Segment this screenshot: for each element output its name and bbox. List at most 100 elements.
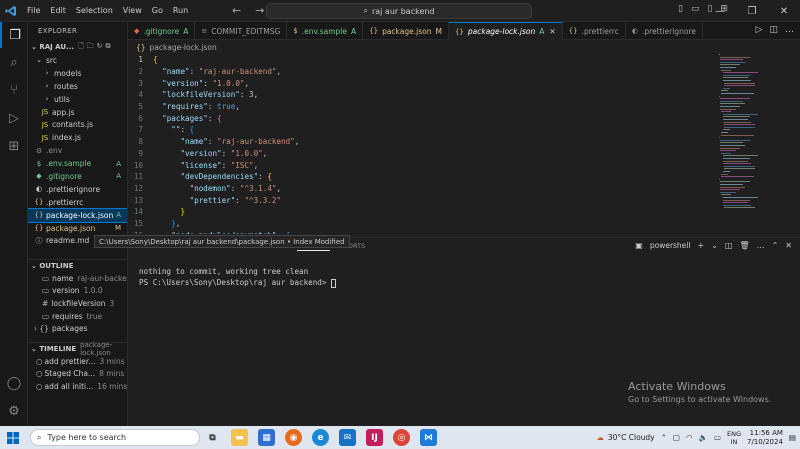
- run-debug-icon[interactable]: ▷: [0, 105, 28, 131]
- more-actions-icon[interactable]: …: [785, 25, 794, 35]
- timeline-item[interactable]: ○ add all initi... 16 mins: [28, 380, 127, 393]
- outline-header[interactable]: ⌄ OUTLINE: [28, 259, 127, 272]
- editor-tab[interactable]: ≡ COMMIT_EDITMSG: [195, 22, 288, 40]
- split-terminal-icon[interactable]: ◫: [725, 241, 733, 250]
- menu-view[interactable]: View: [118, 6, 147, 15]
- taskbar-search[interactable]: ⌕ Type here to search: [30, 429, 200, 446]
- editor-tab[interactable]: ◐ .prettierignore: [626, 22, 704, 40]
- file-tree-item[interactable]: {} package.json M: [28, 222, 127, 235]
- chevron-up-icon[interactable]: ⌃: [661, 433, 667, 442]
- file-tree-item[interactable]: $ .env.sample A: [28, 157, 127, 170]
- editor-tab[interactable]: {} package.json M: [363, 22, 449, 40]
- split-editor-icon[interactable]: ◫: [769, 25, 778, 35]
- close-icon[interactable]: ✕: [549, 27, 555, 36]
- edge-icon[interactable]: e: [312, 429, 329, 446]
- toggle-sidebar-icon[interactable]: ▯: [678, 4, 683, 14]
- shell-name[interactable]: powershell: [650, 241, 691, 250]
- terminal-output[interactable]: nothing to commit, working tree clean PS…: [139, 266, 337, 288]
- menu-go[interactable]: Go: [147, 6, 168, 15]
- network-icon[interactable]: ▢: [673, 433, 680, 442]
- file-tree-item[interactable]: JS app.js: [28, 106, 127, 119]
- file-tree-item[interactable]: JS index.js: [28, 131, 127, 144]
- editor-tab[interactable]: {} package-lock.json A ✕: [448, 22, 563, 40]
- file-tree-item[interactable]: ⚙ .env: [28, 144, 127, 157]
- menu-selection[interactable]: Selection: [71, 6, 118, 15]
- outline-item[interactable]: ▭ version 1.0.0: [28, 285, 127, 298]
- code-line: 15 },: [128, 218, 718, 230]
- close-panel-icon[interactable]: ✕: [785, 241, 792, 250]
- forward-arrow-icon[interactable]: →: [255, 4, 264, 17]
- file-tree-item[interactable]: ⌄ src: [28, 54, 127, 67]
- maximize-panel-icon[interactable]: ⌃: [772, 241, 779, 250]
- editor-tab[interactable]: {} .prettierrc: [563, 22, 626, 40]
- toggle-panel-icon[interactable]: ▭: [691, 4, 700, 14]
- firefox-icon[interactable]: ◉: [285, 429, 302, 446]
- settings-gear-icon[interactable]: ⚙: [0, 398, 28, 424]
- command-center-search[interactable]: ⌕ raj aur backend: [266, 3, 532, 19]
- menu-file[interactable]: File: [22, 6, 45, 15]
- file-explorer-icon[interactable]: ▬: [231, 429, 248, 446]
- search-view-icon[interactable]: ⌕: [0, 49, 28, 75]
- breadcrumb-file[interactable]: package-lock.json: [150, 43, 217, 52]
- clock[interactable]: 11:56 AM 7/10/2024: [747, 429, 783, 447]
- file-tree-item[interactable]: {} package-lock.json A: [28, 207, 127, 223]
- notifications-icon[interactable]: ▤: [789, 433, 796, 442]
- close-icon[interactable]: ✕: [768, 0, 800, 22]
- run-icon[interactable]: ▷: [756, 25, 763, 35]
- windows-start-icon[interactable]: [0, 431, 26, 444]
- timeline-item[interactable]: ○ Staged Cha... 8 mins: [28, 368, 127, 381]
- line-number: 9: [138, 148, 143, 158]
- back-arrow-icon[interactable]: ←: [232, 4, 241, 17]
- chevron-down-icon[interactable]: ⌄: [711, 241, 718, 250]
- code-editor[interactable]: 1{2 "name": "raj-aur-backend", 3 "version…: [128, 54, 718, 234]
- file-tree-item[interactable]: ◐ .prettierignore: [28, 183, 127, 196]
- explorer-icon[interactable]: ❐: [0, 22, 28, 48]
- outline-item[interactable]: # lockfileVersion 3: [28, 297, 127, 310]
- minimize-icon[interactable]: —: [704, 0, 736, 22]
- file-tree-item[interactable]: › models: [28, 67, 127, 80]
- weather-widget[interactable]: ☁ 30°C Cloudy: [596, 433, 654, 442]
- more-actions-icon[interactable]: …: [757, 241, 765, 250]
- extensions-icon[interactable]: ⊞: [0, 133, 28, 159]
- mail-icon[interactable]: ✉: [339, 429, 356, 446]
- file-tree-item[interactable]: › routes: [28, 80, 127, 93]
- file-tree-item[interactable]: ◆ .gitignore A: [28, 170, 127, 183]
- wifi-icon[interactable]: ◠: [686, 433, 693, 442]
- editor-tab[interactable]: ◆ .gitignore A: [128, 22, 196, 40]
- trash-icon[interactable]: 🗑: [739, 241, 749, 250]
- outline-item[interactable]: ▭ nameraj-aur-backe...: [28, 272, 127, 285]
- task-view-icon[interactable]: ⧉: [204, 429, 221, 446]
- collapse-all-icon[interactable]: ⧉: [106, 42, 111, 53]
- source-control-icon[interactable]: ⑂: [0, 77, 28, 103]
- nav-arrows: ← →: [232, 4, 264, 17]
- file-tree-item[interactable]: › utils: [28, 93, 127, 106]
- timeline-item[interactable]: ○ add prettier... 3 mins: [28, 355, 127, 368]
- new-file-icon[interactable]: 🗋: [78, 42, 84, 53]
- editor-tab[interactable]: $ .env.sample A: [287, 22, 364, 40]
- menu-run[interactable]: Run: [168, 6, 193, 15]
- intellij-icon[interactable]: IJ: [366, 429, 383, 446]
- code-line: 4 "lockfileVersion": 3,: [128, 89, 718, 101]
- menu-edit[interactable]: Edit: [45, 6, 71, 15]
- account-icon[interactable]: ◯: [0, 370, 28, 396]
- store-icon[interactable]: ▦: [258, 429, 275, 446]
- vscode-taskbar-icon[interactable]: ⋈: [420, 429, 437, 446]
- language-indicator[interactable]: ENG IN: [727, 430, 741, 446]
- volume-icon[interactable]: 🔈: [699, 433, 708, 442]
- chrome-icon[interactable]: ◎: [393, 429, 410, 446]
- new-folder-icon[interactable]: 🗀: [87, 42, 94, 53]
- outline-item[interactable]: ▭ requires true: [28, 310, 127, 323]
- minimap[interactable]: [718, 54, 788, 234]
- refresh-icon[interactable]: ↻: [97, 42, 103, 53]
- file-tree-item[interactable]: JS contants.js: [28, 118, 127, 131]
- file-tree-label: readme.md: [46, 236, 90, 246]
- timeline-header[interactable]: ⌄ TIMELINE package-lock.json: [28, 341, 127, 357]
- file-tree-item[interactable]: {} .prettierrc: [28, 196, 127, 209]
- battery-icon[interactable]: ▭: [714, 433, 721, 442]
- file-type-icon: ◐: [35, 185, 43, 194]
- restore-icon[interactable]: ❐: [736, 0, 768, 22]
- outline-item[interactable]: › {} packages: [28, 322, 127, 335]
- new-terminal-icon[interactable]: +: [697, 241, 704, 250]
- project-folder-header[interactable]: ⌄ RAJ AU... 🗋 🗀 ↻ ⧉: [28, 40, 127, 54]
